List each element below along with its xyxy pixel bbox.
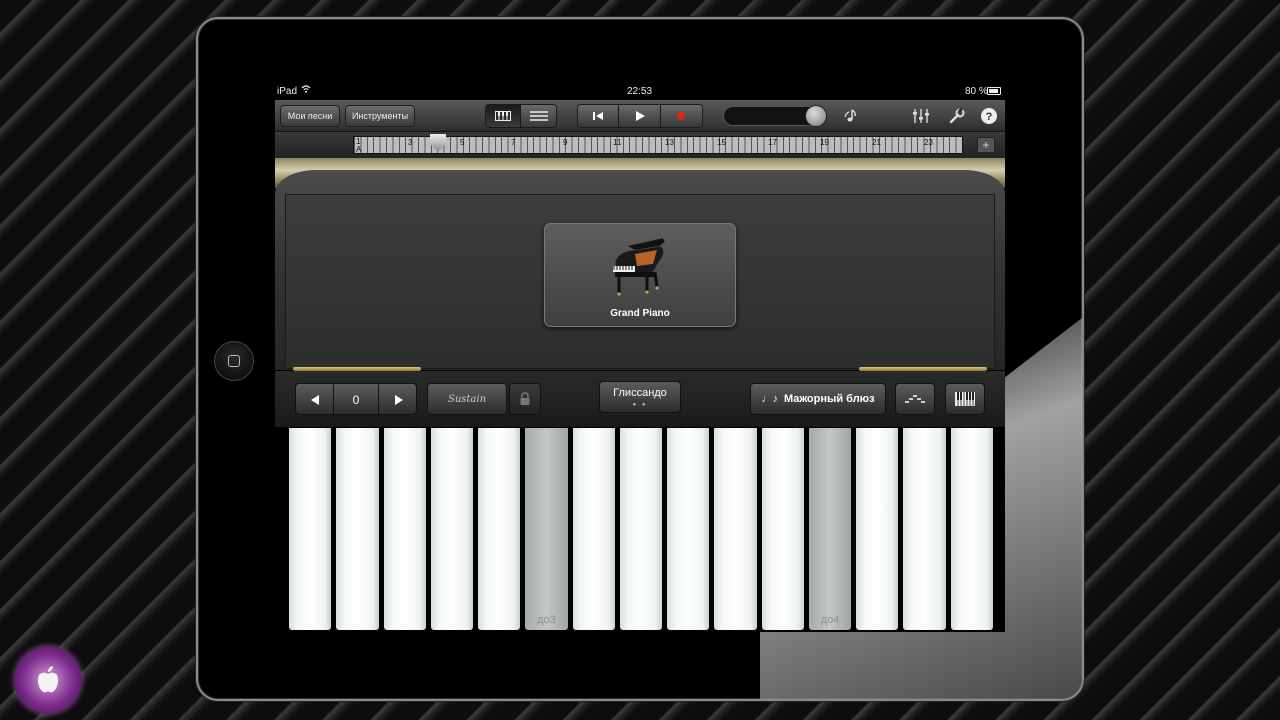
metronome-note-icon[interactable] [841, 106, 861, 126]
apple-icon [38, 666, 58, 693]
arpeggiator-icon[interactable] [895, 383, 935, 415]
bar-number: 21 [872, 138, 881, 147]
instrument-selector[interactable]: Grand Piano [544, 223, 736, 327]
keyboard-view-icon[interactable] [486, 105, 522, 127]
instruments-button[interactable]: Инструменты [345, 105, 415, 127]
volume-slider-knob[interactable] [805, 105, 827, 127]
octave-down-button[interactable] [296, 384, 334, 416]
bar-number: 13 [665, 138, 674, 147]
record-icon[interactable] [660, 105, 702, 127]
battery-percent: 80 % [965, 86, 988, 97]
piano-key[interactable] [761, 428, 804, 630]
clock: 22:53 [627, 86, 653, 97]
bar-number: 11 [613, 138, 622, 147]
play-icon[interactable] [619, 105, 661, 127]
piano-key[interactable] [430, 428, 474, 630]
piano-key[interactable] [619, 428, 663, 630]
bar-number: 3 [408, 138, 413, 147]
view-switcher [485, 104, 557, 128]
rewind-icon[interactable] [578, 105, 620, 127]
help-icon[interactable]: ? [979, 106, 999, 126]
bar-number: 15 [717, 138, 726, 147]
octave-value: 0 [352, 393, 360, 407]
bar-number: 9 [563, 138, 568, 147]
key-label: до4 [820, 614, 840, 626]
device-name: iPad [277, 86, 298, 97]
piano-key[interactable] [289, 428, 332, 630]
timeline-ruler[interactable]: 1 A 3 5 7 9 11 13 15 17 19 21 23 + [275, 132, 1005, 158]
bar-number: 5 [460, 138, 465, 147]
wifi-icon [301, 85, 311, 95]
piano-key[interactable] [856, 428, 899, 630]
toolbar: Мои песни Инструменты ? [275, 100, 1005, 132]
instrument-name: Grand Piano [610, 308, 670, 319]
piano-key[interactable] [903, 428, 946, 630]
scale-button[interactable]: ♩♪ Мажорный блюз [750, 383, 886, 415]
bar-number: 17 [768, 138, 777, 147]
keyboard-control-bar: 0 Sustain Глиссандо ● ● ♩♪ Мажорный блюз [275, 371, 1005, 427]
piano-key[interactable] [667, 428, 710, 630]
piano-keyboard: до3 до4 [289, 428, 993, 630]
settings-wrench-icon[interactable] [947, 106, 967, 126]
keyboard-layout-icon[interactable] [945, 383, 985, 415]
bar-number: 19 [820, 138, 829, 147]
ipad-screen: iPad 22:53 80 % Мои песни Инструменты ? … [275, 84, 1005, 632]
bar-number: 23 [924, 138, 933, 147]
music-note-icon: ♩♪ [761, 393, 778, 405]
sustain-button[interactable]: Sustain [427, 383, 507, 415]
octave-up-button[interactable] [378, 384, 418, 416]
piano-key[interactable] [478, 428, 521, 630]
grand-piano-icon [613, 237, 666, 296]
battery-icon [987, 87, 1001, 95]
add-section-button[interactable]: + [977, 137, 995, 153]
glissando-button[interactable]: Глиссандо ● ● [599, 381, 681, 413]
my-songs-button[interactable]: Мои песни [280, 105, 340, 127]
piano-key[interactable] [336, 428, 379, 630]
glissando-label: Глиссандо [613, 386, 667, 399]
tracks-view-icon[interactable] [521, 105, 556, 127]
octave-control: 0 [295, 383, 418, 416]
bar-number: 7 [511, 138, 516, 147]
piano-key[interactable]: до3 [525, 428, 568, 630]
piano-key[interactable] [714, 428, 757, 630]
home-square-icon [228, 355, 240, 367]
svg-text:?: ? [986, 111, 993, 123]
apple-logo [14, 646, 82, 714]
piano-key[interactable] [383, 428, 426, 630]
mixer-icon[interactable] [911, 106, 931, 126]
piano-key[interactable] [950, 428, 993, 630]
page-dots: ● ● [632, 401, 648, 408]
status-bar: iPad 22:53 80 % [275, 84, 1005, 100]
piano-key[interactable]: до4 [808, 428, 852, 630]
key-label: до3 [537, 614, 556, 626]
sustain-lock-icon[interactable] [509, 383, 541, 415]
piano-key[interactable] [572, 428, 615, 630]
scale-label: Мажорный блюз [783, 393, 875, 405]
home-button[interactable] [214, 341, 254, 381]
transport-controls [577, 104, 703, 128]
section-label: A [356, 145, 362, 154]
